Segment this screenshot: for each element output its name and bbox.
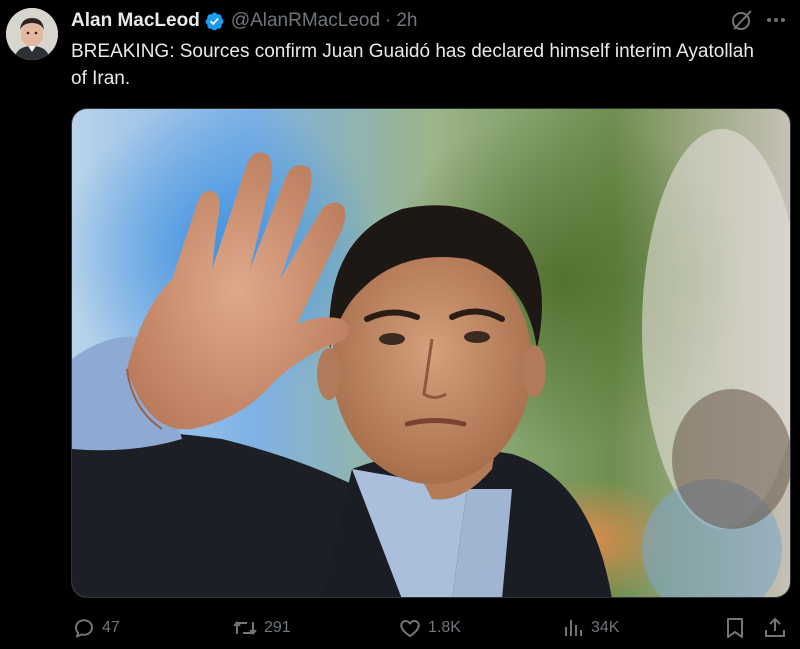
bookmark-icon — [727, 618, 743, 638]
retweet-icon — [233, 620, 257, 636]
reply-icon — [75, 619, 93, 638]
views-count: 34K — [591, 619, 620, 636]
share-icon — [765, 617, 785, 637]
reply-button[interactable]: 47 — [72, 612, 120, 644]
author-avatar[interactable] — [6, 8, 58, 60]
more-options-icon[interactable] — [764, 12, 788, 28]
grok-icon[interactable] — [730, 8, 754, 32]
bookmark-button[interactable] — [724, 612, 752, 644]
author-display-name[interactable]: Alan MacLeod — [71, 10, 200, 32]
tweet-text: BREAKING: Sources confirm Juan Guaidó ha… — [71, 41, 754, 89]
like-count: 1.8K — [428, 619, 461, 636]
tweet-media[interactable] — [71, 108, 791, 598]
share-button[interactable] — [763, 612, 793, 644]
tweet-timestamp[interactable]: 2h — [396, 10, 417, 32]
retweet-button[interactable]: 291 — [232, 612, 291, 644]
verified-badge-icon — [205, 12, 224, 30]
tweet[interactable]: Alan MacLeod @AlanRMacLeod · 2h BREAKING… — [0, 0, 800, 649]
avatar-image — [6, 8, 58, 60]
separator-dot: · — [385, 10, 392, 31]
retweet-count: 291 — [264, 619, 291, 636]
photo-of-man-waving — [72, 109, 790, 597]
author-handle[interactable]: @AlanRMacLeod — [231, 10, 380, 32]
views-chart-icon — [565, 620, 582, 636]
like-button[interactable]: 1.8K — [398, 612, 461, 644]
reply-count: 47 — [102, 619, 120, 636]
tweet-header: Alan MacLeod @AlanRMacLeod · 2h — [71, 8, 417, 34]
views-button[interactable]: 34K — [561, 612, 619, 644]
heart-icon — [400, 620, 420, 637]
tweet-actions: 47 291 1.8K 34K — [0, 612, 800, 644]
